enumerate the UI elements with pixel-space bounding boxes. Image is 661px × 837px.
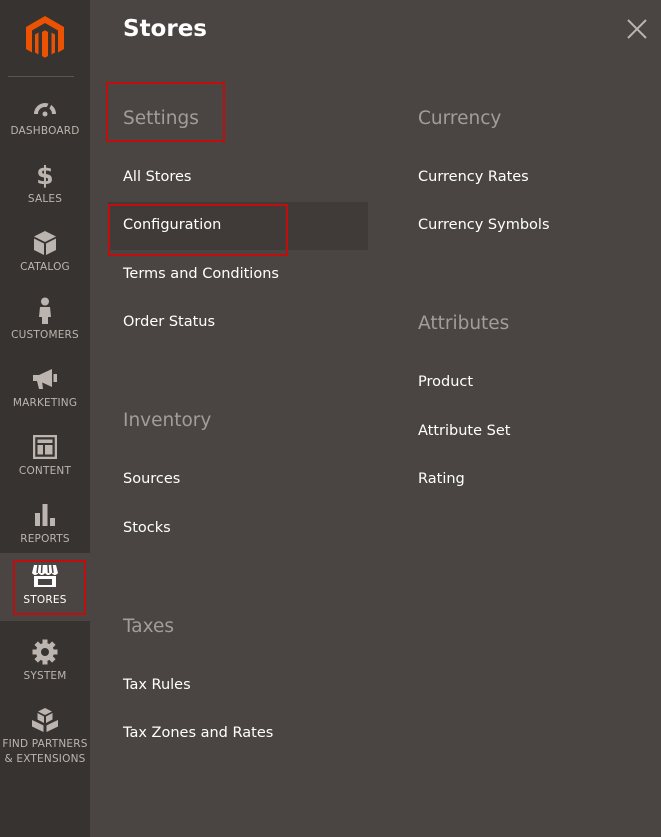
menu-link-all-stores[interactable]: All Stores: [123, 169, 191, 185]
menu-link-stocks[interactable]: Stocks: [123, 520, 171, 536]
menu-link-configuration[interactable]: Configuration: [123, 217, 221, 233]
menu-link-attribute-set[interactable]: Attribute Set: [418, 423, 510, 439]
menu-link-product[interactable]: Product: [418, 374, 473, 390]
magento-logo-icon: [26, 16, 64, 58]
sidebar-item-system[interactable]: SYSTEM: [0, 629, 90, 697]
menu-link-currency-symbols[interactable]: Currency Symbols: [418, 217, 550, 233]
menu-link-sources[interactable]: Sources: [123, 471, 180, 487]
sidebar-item-label-line2: & EXTENSIONS: [4, 753, 86, 765]
sidebar-item-label: SALES: [27, 193, 63, 205]
menu-link-tax-rules[interactable]: Tax Rules: [123, 677, 191, 693]
menu-link-rating[interactable]: Rating: [418, 471, 465, 487]
section-title-settings: Settings: [123, 108, 199, 129]
panel-title: Stores: [123, 16, 207, 42]
sidebar-item-content[interactable]: CONTENT: [0, 424, 90, 492]
sidebar-item-dashboard[interactable]: DASHBOARD: [0, 84, 90, 152]
sidebar-item-label-line1: FIND PARTNERS: [2, 738, 88, 750]
section-title-attributes: Attributes: [418, 313, 510, 334]
close-icon: [627, 19, 647, 39]
sidebar-item-label: CUSTOMERS: [11, 329, 79, 341]
section-title-currency: Currency: [418, 108, 502, 129]
sidebar-item-label: SYSTEM: [23, 670, 67, 682]
sidebar-item-stores[interactable]: STORES: [0, 553, 90, 621]
section-title-taxes: Taxes: [123, 616, 174, 637]
section-title-inventory: Inventory: [123, 410, 212, 431]
storefront-icon: [30, 561, 60, 591]
sidebar-item-label: DASHBOARD: [10, 125, 80, 137]
layout-icon: [30, 432, 60, 462]
sidebar-item-label: FIND PARTNERS & EXTENSIONS: [2, 737, 87, 767]
magento-logo[interactable]: [0, 0, 90, 76]
sidebar-item-label: CONTENT: [18, 465, 72, 477]
menu-link-currency-rates[interactable]: Currency Rates: [418, 169, 529, 185]
person-icon: [30, 296, 60, 326]
sidebar-item-marketing[interactable]: MARKETING: [0, 356, 90, 424]
sidebar-item-label: REPORTS: [20, 533, 70, 545]
cube-icon: [30, 228, 60, 258]
sidebar-item-customers[interactable]: CUSTOMERS: [0, 288, 90, 356]
menu-link-order-status[interactable]: Order Status: [123, 314, 215, 330]
close-button[interactable]: [624, 16, 650, 42]
sidebar-item-catalog[interactable]: CATALOG: [0, 220, 90, 288]
dashboard-gauge-icon: [30, 92, 60, 122]
logo-divider: [8, 76, 74, 77]
megaphone-icon: [30, 364, 60, 394]
sidebar-item-label: CATALOG: [20, 261, 70, 273]
menu-link-terms-and-conditions[interactable]: Terms and Conditions: [123, 266, 279, 282]
dollar-sign-icon: $: [36, 160, 54, 190]
gear-icon: [30, 637, 60, 667]
sidebar-item-label: MARKETING: [12, 397, 78, 409]
menu-link-tax-zones-and-rates[interactable]: Tax Zones and Rates: [123, 725, 273, 741]
sidebar-item-find-partners[interactable]: FIND PARTNERS & EXTENSIONS: [0, 697, 90, 777]
sidebar-item-reports[interactable]: REPORTS: [0, 492, 90, 560]
sidebar-item-sales[interactable]: $ SALES: [0, 152, 90, 220]
blocks-icon: [30, 705, 60, 735]
sidebar-item-label: STORES: [23, 594, 67, 606]
admin-sidebar: DASHBOARD $ SALES CATALOG CUSTOMERS MARK…: [0, 0, 90, 837]
bar-chart-icon: [30, 500, 60, 530]
